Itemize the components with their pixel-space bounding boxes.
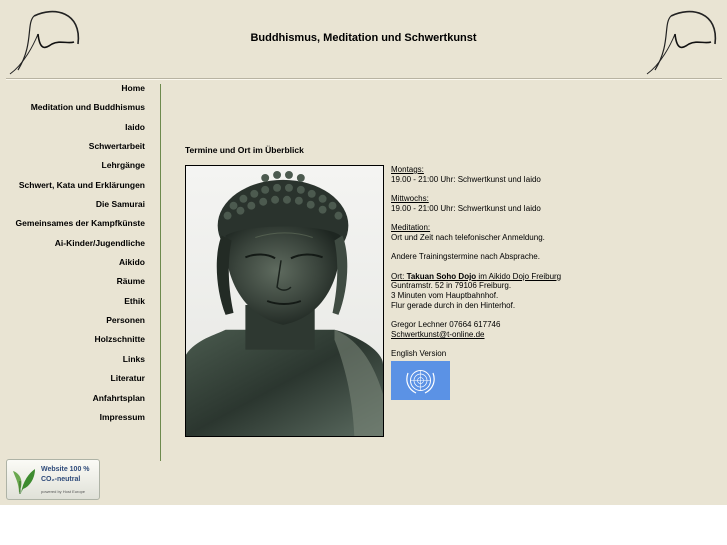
nav-item-personen[interactable]: Personen <box>0 314 145 333</box>
page: Buddhismus, Meditation und Schwertkunst … <box>0 0 727 505</box>
schedule-info: Montags: 19.00 - 21:00 Uhr: Schwertkunst… <box>391 165 591 401</box>
contact-name-phone: Gregor Lechner 07664 617746 <box>391 320 501 330</box>
nav-item-meditation[interactable]: Meditation und Buddhismus <box>0 101 145 120</box>
header-divider <box>6 78 722 80</box>
badge-title: Website 100 % <box>41 466 90 473</box>
monday-text: 19.00 - 21:00 Uhr: Schwertkunst und Iaid… <box>391 174 541 184</box>
site-title: Buddhismus, Meditation und Schwertkunst <box>250 32 477 44</box>
meditation-text: Ort und Zeit nach telefonischer Anmeldun… <box>391 232 545 242</box>
nav-item-samurai[interactable]: Die Samurai <box>0 198 145 217</box>
enso-brush-logo-right-icon <box>646 10 717 75</box>
location-suffix: im Aikido Dojo Freiburg <box>476 271 562 281</box>
nav-item-schwert-kata[interactable]: Schwert, Kata und Erklärungen <box>0 179 145 198</box>
nav-item-ethik[interactable]: Ethik <box>0 295 145 314</box>
nav-item-iaido[interactable]: Iaido <box>0 121 145 140</box>
street-text: Guntramstr. 52 in 79106 Freiburg. <box>391 281 512 291</box>
email-link[interactable]: Schwertkunst@t-online.de <box>391 330 485 339</box>
distance-text: 3 Minuten vom Hauptbahnhof. <box>391 291 499 301</box>
nav-item-kinder[interactable]: Ai-Kinder/Jugendliche <box>0 237 145 256</box>
nav-item-schwertarbeit[interactable]: Schwertarbeit <box>0 140 145 159</box>
nav-item-holzschnitte[interactable]: Holzschnitte <box>0 333 145 352</box>
badge-subtitle: CO₂-neutral <box>41 476 81 483</box>
buddha-statue-image <box>185 165 384 437</box>
co2-neutral-badge[interactable]: Website 100 % CO₂-neutral powered by Hos… <box>6 459 100 500</box>
nav-item-kampfkuenste[interactable]: Gemeinsames der Kampfkünste <box>0 217 145 236</box>
sidebar-nav: Home Meditation und Buddhismus Iaido Sch… <box>0 82 145 430</box>
nav-item-aikido[interactable]: Aikido <box>0 256 145 275</box>
nav-item-links[interactable]: Links <box>0 353 145 372</box>
nav-item-anfahrtsplan[interactable]: Anfahrtsplan <box>0 392 145 411</box>
directions-text: Flur gerade durch in den Hinterhof. <box>391 300 516 310</box>
location-prefix: Ort: <box>391 271 407 281</box>
other-appointments-text: Andere Trainingstermine nach Absprache. <box>391 252 540 262</box>
wednesday-text: 19.00 - 21:00 Uhr: Schwertkunst und Iaid… <box>391 203 541 213</box>
nav-item-raeume[interactable]: Räume <box>0 275 145 294</box>
nav-item-home[interactable]: Home <box>0 82 145 101</box>
dojo-name: Takuan Soho Dojo <box>406 271 477 281</box>
wednesday-label: Mittwochs: <box>391 194 429 204</box>
nav-item-lehrgaenge[interactable]: Lehrgänge <box>0 159 145 178</box>
meditation-label: Meditation: <box>391 223 431 233</box>
nav-item-literatur[interactable]: Literatur <box>0 372 145 391</box>
nav-item-impressum[interactable]: Impressum <box>0 411 145 430</box>
badge-powered-by: powered by Host Europe <box>41 489 86 494</box>
sidebar-divider <box>160 84 161 461</box>
english-version-label: English Version <box>391 349 447 359</box>
monday-label: Montags: <box>391 165 424 174</box>
un-flag-icon[interactable] <box>391 361 450 401</box>
section-heading: Termine und Ort im Überblick <box>185 145 304 155</box>
leaf-icon <box>13 469 35 494</box>
location-link[interactable]: Ort: Takuan Soho Dojo im Aikido Dojo Fre… <box>391 272 561 281</box>
